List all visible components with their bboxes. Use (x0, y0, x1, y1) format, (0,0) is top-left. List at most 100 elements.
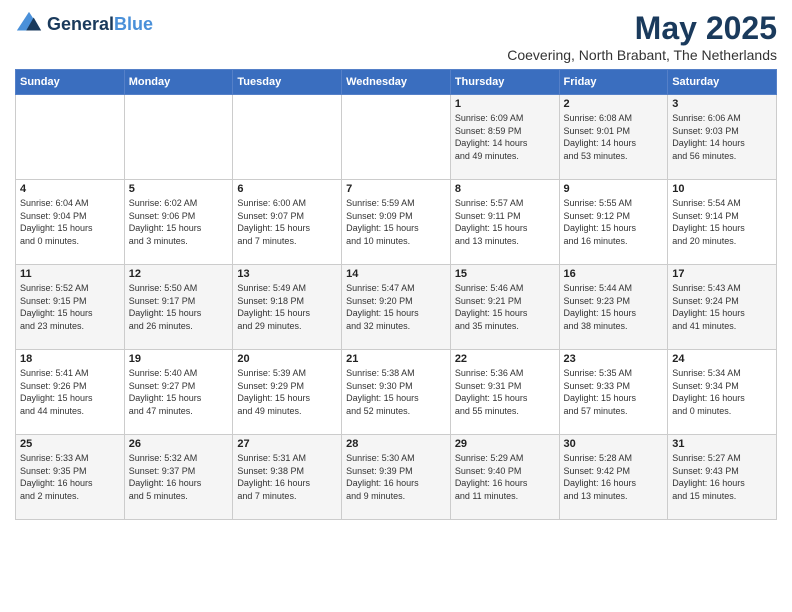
calendar-cell-week5-day2: 26 Sunrise: 5:32 AM Sunset: 9:37 PM Dayli… (124, 435, 233, 520)
day-number: 18 (20, 353, 120, 365)
calendar-cell-week2-day4: 7Sunrise: 5:59 AM Sunset: 9:09 PM Daylig… (342, 180, 451, 265)
title-block: May 2025 Coevering, North Brabant, The N… (507, 10, 777, 63)
calendar-week-row-5: 25Sunrise: 5:33 AM Sunset: 9:35 PM Dayli… (16, 435, 777, 520)
calendar-cell-week3-day3: 13 Sunrise: 5:49 AM Sunset: 9:18 PM Dayli… (233, 265, 342, 350)
page-header: GeneralBlue May 2025 Coevering, North Br… (15, 10, 777, 63)
day-number: 9 (564, 183, 664, 195)
day-info: Sunrise: 6:06 AM Sunset: 9:03 PM Dayligh… (672, 112, 772, 162)
day-info: Sunrise: 5:30 AM Sunset: 9:39 PM Dayligh… (346, 452, 446, 502)
calendar-cell-week4-day6: 23 Sunrise: 5:35 AM Sunset: 9:33 PM Dayli… (559, 350, 668, 435)
calendar-cell-week5-day1: 25Sunrise: 5:33 AM Sunset: 9:35 PM Dayli… (16, 435, 125, 520)
day-number: 22 (455, 353, 555, 365)
day-number: 28 (346, 438, 446, 450)
day-info: Sunrise: 5:32 AM Sunset: 9:37 PM Dayligh… (129, 452, 229, 502)
day-number: 12 (129, 268, 229, 280)
day-number: 14 (346, 268, 446, 280)
day-info: Sunrise: 5:35 AM Sunset: 9:33 PM Dayligh… (564, 367, 664, 417)
day-number: 10 (672, 183, 772, 195)
calendar-cell-week4-day4: 21Sunrise: 5:38 AM Sunset: 9:30 PM Dayli… (342, 350, 451, 435)
calendar-cell-week4-day7: 24 Sunrise: 5:34 AM Sunset: 9:34 PM Dayli… (668, 350, 777, 435)
day-number: 8 (455, 183, 555, 195)
calendar-cell-week5-day4: 28 Sunrise: 5:30 AM Sunset: 9:39 PM Dayli… (342, 435, 451, 520)
day-number: 6 (237, 183, 337, 195)
calendar-cell-week1-day2 (124, 95, 233, 180)
day-number: 23 (564, 353, 664, 365)
weekday-header-sunday: Sunday (16, 70, 125, 95)
calendar-cell-week4-day3: 20 Sunrise: 5:39 AM Sunset: 9:29 PM Dayli… (233, 350, 342, 435)
day-number: 24 (672, 353, 772, 365)
day-number: 2 (564, 98, 664, 110)
weekday-header-monday: Monday (124, 70, 233, 95)
day-info: Sunrise: 5:31 AM Sunset: 9:38 PM Dayligh… (237, 452, 337, 502)
calendar-cell-week1-day5: 1 Sunrise: 6:09 AM Sunset: 8:59 PM Daylig… (450, 95, 559, 180)
day-number: 15 (455, 268, 555, 280)
day-info: Sunrise: 5:44 AM Sunset: 9:23 PM Dayligh… (564, 282, 664, 332)
logo-blue-text: Blue (114, 14, 153, 34)
weekday-header-friday: Friday (559, 70, 668, 95)
calendar-cell-week2-day6: 9 Sunrise: 5:55 AM Sunset: 9:12 PM Daylig… (559, 180, 668, 265)
weekday-header-saturday: Saturday (668, 70, 777, 95)
calendar-cell-week1-day1 (16, 95, 125, 180)
day-info: Sunrise: 6:00 AM Sunset: 9:07 PM Dayligh… (237, 197, 337, 247)
day-info: Sunrise: 5:34 AM Sunset: 9:34 PM Dayligh… (672, 367, 772, 417)
day-number: 27 (237, 438, 337, 450)
calendar-header: SundayMondayTuesdayWednesdayThursdayFrid… (16, 70, 777, 95)
day-info: Sunrise: 6:04 AM Sunset: 9:04 PM Dayligh… (20, 197, 120, 247)
day-info: Sunrise: 6:08 AM Sunset: 9:01 PM Dayligh… (564, 112, 664, 162)
day-info: Sunrise: 5:29 AM Sunset: 9:40 PM Dayligh… (455, 452, 555, 502)
day-number: 31 (672, 438, 772, 450)
day-info: Sunrise: 5:36 AM Sunset: 9:31 PM Dayligh… (455, 367, 555, 417)
day-number: 17 (672, 268, 772, 280)
day-info: Sunrise: 6:09 AM Sunset: 8:59 PM Dayligh… (455, 112, 555, 162)
calendar-cell-week1-day7: 3 Sunrise: 6:06 AM Sunset: 9:03 PM Daylig… (668, 95, 777, 180)
calendar-cell-week4-day5: 22 Sunrise: 5:36 AM Sunset: 9:31 PM Dayli… (450, 350, 559, 435)
logo: GeneralBlue (15, 10, 153, 38)
calendar-cell-week5-day5: 29 Sunrise: 5:29 AM Sunset: 9:40 PM Dayli… (450, 435, 559, 520)
calendar-cell-week3-day5: 15Sunrise: 5:46 AM Sunset: 9:21 PM Dayli… (450, 265, 559, 350)
day-info: Sunrise: 5:27 AM Sunset: 9:43 PM Dayligh… (672, 452, 772, 502)
day-info: Sunrise: 5:38 AM Sunset: 9:30 PM Dayligh… (346, 367, 446, 417)
calendar-cell-week2-day2: 5 Sunrise: 6:02 AM Sunset: 9:06 PM Daylig… (124, 180, 233, 265)
calendar-cell-week5-day7: 31 Sunrise: 5:27 AM Sunset: 9:43 PM Dayli… (668, 435, 777, 520)
day-info: Sunrise: 5:28 AM Sunset: 9:42 PM Dayligh… (564, 452, 664, 502)
location-subtitle: Coevering, North Brabant, The Netherland… (507, 47, 777, 63)
day-info: Sunrise: 5:49 AM Sunset: 9:18 PM Dayligh… (237, 282, 337, 332)
weekday-header-tuesday: Tuesday (233, 70, 342, 95)
day-info: Sunrise: 5:50 AM Sunset: 9:17 PM Dayligh… (129, 282, 229, 332)
day-info: Sunrise: 5:40 AM Sunset: 9:27 PM Dayligh… (129, 367, 229, 417)
weekday-header-thursday: Thursday (450, 70, 559, 95)
day-info: Sunrise: 5:47 AM Sunset: 9:20 PM Dayligh… (346, 282, 446, 332)
day-info: Sunrise: 5:57 AM Sunset: 9:11 PM Dayligh… (455, 197, 555, 247)
day-number: 1 (455, 98, 555, 110)
calendar-body: 1 Sunrise: 6:09 AM Sunset: 8:59 PM Daylig… (16, 95, 777, 520)
calendar-week-row-2: 4 Sunrise: 6:04 AM Sunset: 9:04 PM Daylig… (16, 180, 777, 265)
day-number: 11 (20, 268, 120, 280)
calendar-week-row-4: 18Sunrise: 5:41 AM Sunset: 9:26 PM Dayli… (16, 350, 777, 435)
day-info: Sunrise: 5:52 AM Sunset: 9:15 PM Dayligh… (20, 282, 120, 332)
day-number: 20 (237, 353, 337, 365)
day-info: Sunrise: 5:55 AM Sunset: 9:12 PM Dayligh… (564, 197, 664, 247)
calendar-cell-week2-day5: 8 Sunrise: 5:57 AM Sunset: 9:11 PM Daylig… (450, 180, 559, 265)
day-number: 5 (129, 183, 229, 195)
calendar-cell-week4-day1: 18Sunrise: 5:41 AM Sunset: 9:26 PM Dayli… (16, 350, 125, 435)
day-number: 16 (564, 268, 664, 280)
day-number: 4 (20, 183, 120, 195)
calendar-cell-week5-day3: 27 Sunrise: 5:31 AM Sunset: 9:38 PM Dayli… (233, 435, 342, 520)
day-info: Sunrise: 5:54 AM Sunset: 9:14 PM Dayligh… (672, 197, 772, 247)
day-number: 3 (672, 98, 772, 110)
day-number: 26 (129, 438, 229, 450)
day-number: 13 (237, 268, 337, 280)
day-number: 25 (20, 438, 120, 450)
day-number: 19 (129, 353, 229, 365)
day-number: 29 (455, 438, 555, 450)
calendar-cell-week5-day6: 30 Sunrise: 5:28 AM Sunset: 9:42 PM Dayli… (559, 435, 668, 520)
calendar-week-row-3: 11 Sunrise: 5:52 AM Sunset: 9:15 PM Dayli… (16, 265, 777, 350)
month-year-title: May 2025 (507, 10, 777, 47)
day-info: Sunrise: 6:02 AM Sunset: 9:06 PM Dayligh… (129, 197, 229, 247)
calendar-cell-week3-day6: 16 Sunrise: 5:44 AM Sunset: 9:23 PM Dayli… (559, 265, 668, 350)
calendar-cell-week3-day1: 11 Sunrise: 5:52 AM Sunset: 9:15 PM Dayli… (16, 265, 125, 350)
day-number: 30 (564, 438, 664, 450)
day-info: Sunrise: 5:39 AM Sunset: 9:29 PM Dayligh… (237, 367, 337, 417)
calendar-cell-week1-day3 (233, 95, 342, 180)
calendar-cell-week2-day7: 10 Sunrise: 5:54 AM Sunset: 9:14 PM Dayli… (668, 180, 777, 265)
